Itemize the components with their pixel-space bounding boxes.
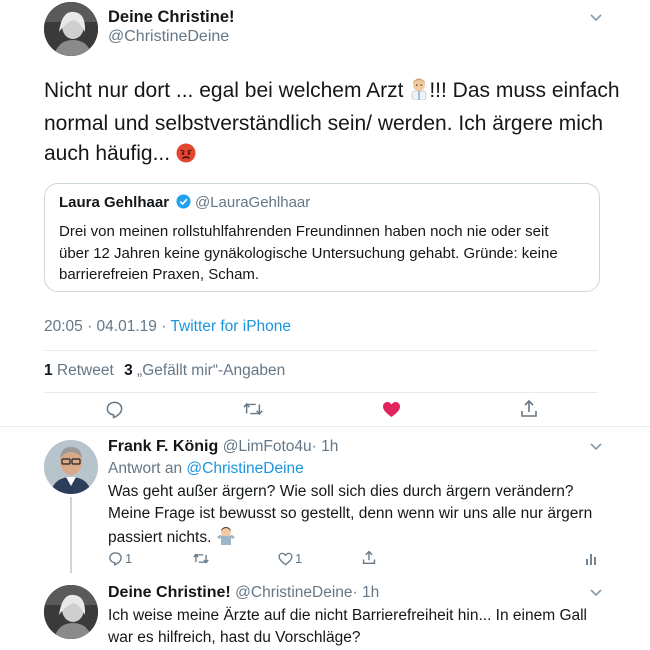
like-button[interactable] [379, 398, 403, 420]
author-name[interactable]: Deine Christine! [108, 8, 235, 27]
share-icon [362, 550, 376, 565]
reply-icon [109, 552, 122, 566]
reply-text-part: passiert nichts. [108, 529, 216, 546]
chevron-down-icon[interactable] [590, 14, 602, 22]
avatar-photo [44, 585, 98, 639]
reply-action-share[interactable] [362, 550, 376, 570]
angry-face-emoji [176, 142, 196, 172]
avatar-photo [44, 2, 98, 56]
analytics-icon [586, 554, 596, 565]
reply-text: Ich weise meine Ärzte auf die nicht Barr… [108, 605, 587, 649]
tweet-text-part: auch häufig... [44, 142, 176, 165]
divider [44, 350, 598, 351]
reply-header: Frank F. König @LimFoto4u· 1h [108, 438, 338, 456]
reply-to: Antwort an @ChristineDeine [108, 460, 304, 478]
tweet-timestamp: 20:05 · 04.01.19 · Twitter for iPhone [44, 318, 291, 336]
reply-action-retweet[interactable] [193, 552, 209, 570]
heart-filled-icon [382, 401, 400, 417]
quoted-text: Drei von meinen rollstuhlfahrenden Freun… [59, 221, 558, 286]
tweet-text-line-1: Nicht nur dort ... egal bei welchem Arzt… [44, 76, 620, 109]
verified-badge-icon [175, 194, 191, 214]
tweet-text-line-3: auch häufig... [44, 139, 614, 172]
reply-author-name[interactable]: Deine Christine! [108, 584, 231, 601]
tweet-stats: 1 Retweet 3 „Gefällt mir“-Angaben [44, 362, 285, 380]
tweet-text-part: Nicht nur dort ... egal bei welchem Arzt [44, 79, 410, 102]
avatar[interactable] [44, 585, 98, 639]
reply-text-line-2: Meine Frage ist bewusst so gestellt, den… [108, 505, 593, 522]
tweet-time[interactable]: 20:05 · 04.01.19 · [44, 318, 170, 335]
reply-button[interactable] [102, 398, 126, 420]
reply-text-line-2: war es hilfreich, hast du Vorschläge? [108, 629, 361, 646]
likes-label: „Gefällt mir“-Angaben [132, 362, 286, 379]
quoted-author-name: Laura Gehlhaar [59, 194, 170, 211]
avatar[interactable] [44, 2, 98, 56]
chevron-down-icon[interactable] [590, 589, 602, 597]
like-count: 1 [295, 551, 303, 566]
reply-author-handle[interactable]: @LimFoto4u [223, 438, 312, 455]
tweet-text-line-2: normal und selbstverständlich sein/ werd… [44, 112, 604, 135]
retweet-button[interactable] [241, 398, 265, 420]
quoted-text-line-1: Drei von meinen rollstuhlfahrenden Freun… [59, 223, 549, 240]
reply-text-line-1: Ich weise meine Ärzte auf die nicht Barr… [108, 607, 588, 624]
divider [0, 426, 650, 427]
avatar[interactable] [44, 440, 98, 494]
retweet-label: Retweet [52, 362, 114, 379]
reply-action-analytics[interactable] [585, 552, 597, 570]
heart-outline-icon [278, 552, 293, 565]
likes-stat[interactable]: 3 „Gefällt mir“-Angaben [124, 362, 285, 379]
likes-count: 3 [124, 362, 133, 379]
reply-icon [106, 401, 122, 418]
quoted-tweet[interactable]: Laura Gehlhaar @LauraGehlhaar Drei von m… [44, 183, 600, 292]
divider [44, 392, 598, 393]
retweet-icon [243, 402, 263, 416]
reply-text-line-3: passiert nichts. [108, 525, 592, 552]
quoted-text-line-2: über 12 Jahren keine gynäkologische Unte… [59, 244, 558, 262]
reply-time[interactable]: · 1h [312, 438, 339, 455]
retweet-icon [193, 553, 209, 564]
chevron-down-icon[interactable] [590, 443, 602, 451]
avatar-photo [44, 440, 98, 494]
quoted-header: Laura Gehlhaar @LauraGehlhaar [59, 194, 310, 214]
tweet-text: Nicht nur dort ... egal bei welchem Arzt… [44, 76, 620, 172]
retweet-stat[interactable]: 1 Retweet [44, 362, 114, 379]
reply-author-handle[interactable]: @ChristineDeine [235, 584, 352, 601]
reply-header: Deine Christine! @ChristineDeine· 1h [108, 584, 379, 602]
reply-time[interactable]: · 1h [353, 584, 380, 601]
reply-author-name[interactable]: Frank F. König [108, 438, 218, 455]
author-handle[interactable]: @ChristineDeine [108, 28, 229, 46]
reply-text: Was geht außer ärgern? Wie soll sich die… [108, 481, 592, 552]
quoted-author-handle: @LauraGehlhaar [194, 194, 311, 211]
quoted-text-line-3: barrierefreien Praxen, Scham. [59, 266, 260, 283]
tweet-text-part: !!! Das muss einfach [429, 79, 620, 102]
reply-action-like[interactable]: 1 [278, 551, 302, 566]
reply-action-reply[interactable]: 1 [108, 551, 132, 566]
thread-connector-line [70, 497, 72, 573]
tweet-source-link[interactable]: Twitter for iPhone [170, 318, 291, 335]
reply-text-line-1: Was geht außer ärgern? Wie soll sich die… [108, 483, 574, 500]
reply-to-handle[interactable]: @ChristineDeine [186, 460, 303, 477]
share-button[interactable] [517, 397, 541, 419]
reply-count: 1 [125, 551, 133, 566]
reply-to-prefix: Antwort an [108, 460, 187, 477]
doctor-emoji [409, 78, 429, 109]
retweet-count: 1 [44, 362, 53, 379]
man-shrugging-emoji [216, 525, 236, 552]
share-icon [521, 399, 537, 417]
